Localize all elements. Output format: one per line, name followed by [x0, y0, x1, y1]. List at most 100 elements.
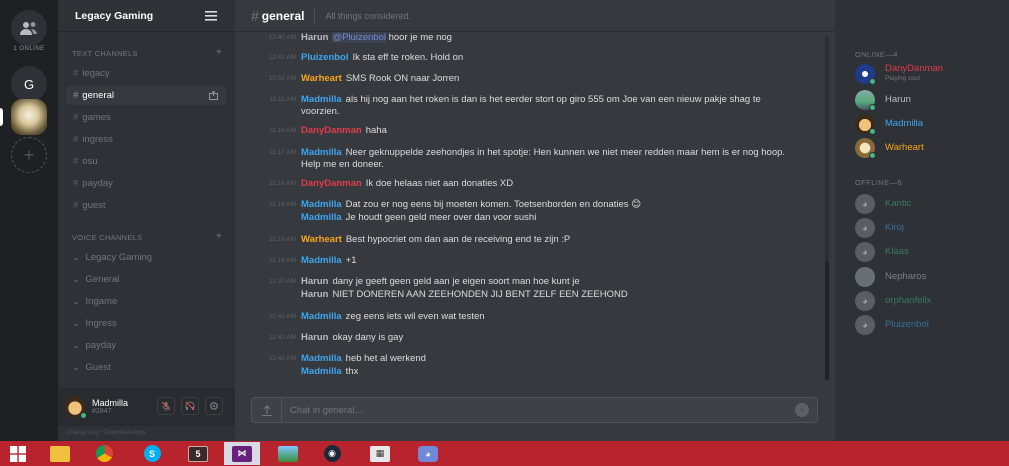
message-author[interactable]: DanyDanman: [301, 125, 362, 136]
message-author[interactable]: DanyDanman: [301, 178, 362, 189]
member-kiroj[interactable]: ◕ Kiroj: [855, 218, 1005, 238]
member-orphanfelix[interactable]: ◕ orphanfelix: [855, 291, 1005, 311]
channel-guest[interactable]: # guest: [66, 196, 226, 215]
upload-button[interactable]: [252, 398, 282, 422]
message-author[interactable]: Madmilla: [301, 94, 342, 105]
online-status-dot: [869, 78, 876, 85]
taskbar-chrome[interactable]: [86, 442, 122, 465]
message-author[interactable]: Harun: [301, 276, 328, 287]
user-settings-button[interactable]: [205, 397, 223, 415]
message: 11:17 AM Madmilla Neer geknuppelde zeehon…: [235, 147, 795, 171]
online-count: 1 ONLINE: [13, 46, 45, 52]
message-text: hoor je me nog: [388, 32, 452, 43]
add-text-channel-icon[interactable]: +: [216, 47, 222, 58]
hamburger-menu-icon[interactable]: [205, 10, 217, 21]
user-discriminator: #2847: [92, 408, 112, 416]
invite-icon[interactable]: [209, 91, 218, 100]
message-author[interactable]: Pluizenbol: [301, 52, 349, 63]
voice-channel-ingress[interactable]: ⌄ Ingress: [72, 314, 117, 333]
message-author[interactable]: Madmilla: [301, 199, 342, 210]
message-author[interactable]: Madmilla: [301, 311, 342, 322]
message-author[interactable]: Harun: [301, 332, 328, 343]
member-warheart[interactable]: Warheart: [855, 138, 1005, 159]
add-server-button[interactable]: +: [11, 137, 47, 173]
message-author[interactable]: Harun: [301, 289, 328, 300]
member-pluizenbol[interactable]: ◕ Pluizenbol: [855, 315, 1005, 335]
channel-sidebar: Legacy Gaming TEXT CHANNELS + # legacy # g…: [58, 0, 235, 441]
online-status-dot: [869, 152, 876, 159]
channel-games[interactable]: # games: [66, 108, 226, 127]
member-kantic[interactable]: ◕ Kantic: [855, 194, 1005, 214]
taskbar-steam[interactable]: ◉: [314, 442, 350, 465]
avatar[interactable]: [64, 396, 87, 419]
taskbar-file-explorer[interactable]: [42, 442, 78, 465]
add-voice-channel-icon[interactable]: +: [216, 231, 222, 242]
timestamp: 11:42 AM: [269, 355, 296, 362]
gift-icon: ▦: [370, 445, 390, 462]
voice-channel-guest[interactable]: ⌄ Guest: [72, 358, 111, 377]
message: 11:41 AM Madmilla zeg eens iets wil even …: [235, 311, 795, 323]
taskbar-gift-app[interactable]: ▦: [362, 442, 398, 465]
message-author[interactable]: Madmilla: [301, 353, 342, 364]
start-button[interactable]: [0, 442, 36, 465]
guild-header[interactable]: Legacy Gaming: [58, 0, 235, 32]
member-dany-danman[interactable]: DanyDanman Playing osu!: [855, 63, 1005, 85]
message-scrollbar-thumb[interactable]: [825, 262, 829, 380]
windows-logo-icon: [10, 445, 26, 462]
member-klaas[interactable]: ◕ Klaas: [855, 242, 1005, 262]
mute-mic-button[interactable]: [157, 397, 175, 415]
friends-button[interactable]: [11, 10, 47, 46]
emoji-icon: ☺: [798, 406, 806, 414]
message-author[interactable]: Warheart: [301, 234, 342, 245]
message-author[interactable]: Madmilla: [301, 255, 342, 266]
server-g[interactable]: G: [11, 66, 47, 102]
member-name: DanyDanman: [885, 63, 944, 74]
footer-links[interactable]: Change Log • Download Apps: [66, 430, 146, 436]
voice-channel-general[interactable]: ⌄ General: [72, 270, 119, 289]
message-author[interactable]: Harun: [301, 32, 328, 43]
discord-default-avatar-icon: ◕: [855, 242, 875, 262]
discord-default-avatar-icon: ◕: [855, 194, 875, 214]
member-name: orphanfelix: [885, 295, 932, 306]
taskbar-photos[interactable]: [270, 442, 306, 465]
taskbar-terminal[interactable]: 5: [180, 442, 216, 465]
channel-payday[interactable]: # payday: [66, 174, 226, 193]
message-author[interactable]: Madmilla: [301, 212, 342, 223]
message-author[interactable]: Madmilla: [301, 147, 342, 158]
message-author[interactable]: Warheart: [301, 73, 342, 84]
message: Madmilla thx: [235, 366, 795, 378]
user-mention[interactable]: @Pluizenbol: [332, 32, 386, 43]
member-nepharos[interactable]: Nepharos: [855, 267, 1005, 287]
message-input[interactable]: [282, 404, 795, 416]
message-list: 12:40 AM Harun @Pluizenbol hoor je me nog…: [235, 32, 827, 384]
online-status-dot: [80, 412, 87, 419]
deafen-button[interactable]: [181, 397, 199, 415]
voice-channel-ingame[interactable]: ⌄ Ingame: [72, 292, 117, 311]
skype-icon: S: [143, 445, 161, 462]
taskbar-discord[interactable]: ◕: [410, 442, 446, 465]
online-status-dot: [869, 128, 876, 135]
channel-legacy[interactable]: # legacy: [66, 64, 226, 83]
chevron-down-icon: ⌄: [72, 274, 80, 284]
message-text: SMS Rook ON naar Jorren: [345, 73, 460, 84]
channel-ingress[interactable]: # ingress: [66, 130, 226, 149]
channel-osu[interactable]: # osu: [66, 152, 226, 171]
member-name: Nepharos: [885, 271, 927, 282]
taskbar-visual-studio[interactable]: ⋈: [224, 442, 260, 465]
discord-default-avatar-icon: ◕: [855, 291, 875, 311]
member-madmilla[interactable]: Madmilla: [855, 114, 1005, 135]
channel-general[interactable]: # general: [66, 86, 226, 105]
member-name: Pluizenbol: [885, 319, 929, 330]
message-text: zeg eens iets wil even wat testen: [345, 311, 485, 322]
username: Madmilla: [92, 397, 129, 408]
message-author[interactable]: Madmilla: [301, 366, 342, 377]
timestamp: [235, 366, 301, 378]
voice-channel-payday[interactable]: ⌄ payday: [72, 336, 116, 355]
taskbar-skype[interactable]: S: [134, 442, 170, 465]
member-harun[interactable]: Harun: [855, 90, 1005, 111]
emoji-picker-button[interactable]: ☺: [795, 403, 809, 417]
message: 10:52 AM Warheart SMS Rook ON naar Jorren: [235, 73, 795, 85]
voice-channel-legacy-gaming[interactable]: ⌄ Legacy Gaming: [72, 248, 152, 267]
chat-area: # general All things considered. ? 12:40…: [235, 0, 1009, 441]
server-legacy-gaming[interactable]: [11, 99, 47, 135]
